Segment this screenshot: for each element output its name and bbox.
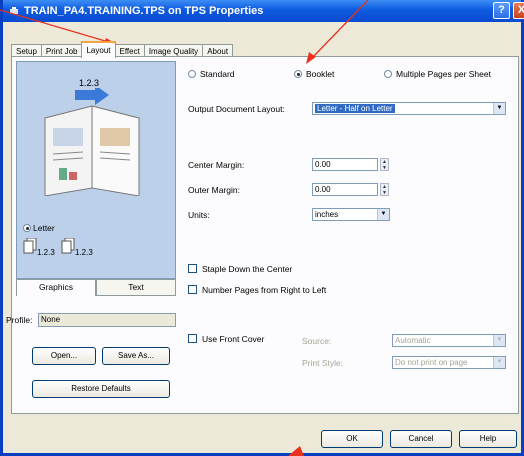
profile-field: None bbox=[38, 313, 176, 327]
spin-down-icon[interactable]: ▼ bbox=[381, 190, 388, 196]
profile-label: Profile: bbox=[6, 315, 33, 325]
booklet-illustration-icon bbox=[44, 88, 140, 196]
output-layout-label: Output Document Layout: bbox=[188, 104, 285, 114]
outer-margin-spinner[interactable]: ▲ ▼ bbox=[380, 183, 389, 196]
help-button[interactable]: Help bbox=[459, 430, 517, 448]
front-cover-label[interactable]: Use Front Cover bbox=[202, 334, 264, 344]
preview-pages-label: 1.2.3 bbox=[79, 78, 100, 88]
staple-checkbox[interactable] bbox=[188, 264, 197, 273]
number-pages-checkbox[interactable] bbox=[188, 285, 197, 294]
units-select[interactable]: inches ▼ bbox=[312, 208, 390, 221]
source-label: Source: bbox=[302, 336, 332, 346]
preview-paper-label: Letter bbox=[33, 223, 55, 233]
source-value: Automatic bbox=[395, 336, 431, 345]
subtab-text[interactable]: Text bbox=[96, 279, 176, 296]
cancel-button[interactable]: Cancel bbox=[390, 430, 452, 448]
chevron-down-icon: ▼ bbox=[493, 357, 505, 368]
multi-pages-label[interactable]: Multiple Pages per Sheet bbox=[396, 69, 491, 79]
tab-layout[interactable]: Layout bbox=[81, 41, 116, 58]
title-bar[interactable]: TRAIN_PA4.TRAINING.TPS on TPS Properties bbox=[3, 0, 521, 22]
properties-dialog: TRAIN_PA4.TRAINING.TPS on TPS Properties… bbox=[0, 0, 524, 456]
output-layout-value: Letter - Half on Letter bbox=[315, 104, 395, 113]
subtab-graphics[interactable]: Graphics bbox=[16, 279, 96, 296]
units-value: inches bbox=[315, 210, 339, 219]
booklet-radio[interactable] bbox=[294, 70, 302, 78]
restore-defaults-button[interactable]: Restore Defaults bbox=[32, 380, 170, 398]
units-label: Units: bbox=[188, 210, 210, 220]
staple-label[interactable]: Staple Down the Center bbox=[202, 264, 292, 274]
outer-margin-label: Outer Margin: bbox=[188, 185, 240, 195]
output-layout-select[interactable]: Letter - Half on Letter ▼ bbox=[312, 102, 506, 115]
print-style-label: Print Style: bbox=[302, 358, 344, 368]
help-title-button[interactable]: ? bbox=[493, 2, 510, 19]
save-as-button[interactable]: Save As... bbox=[102, 347, 170, 365]
printer-icon bbox=[9, 6, 19, 16]
spin-down-icon[interactable]: ▼ bbox=[381, 165, 388, 171]
ok-button[interactable]: OK bbox=[321, 430, 383, 448]
center-margin-input[interactable]: 0.00 bbox=[312, 158, 378, 171]
standard-label[interactable]: Standard bbox=[200, 69, 235, 79]
source-select: Automatic ▼ bbox=[392, 334, 506, 347]
layout-preview: 1.2.3 Letter 1.2.3 1.2.3 bbox=[16, 61, 176, 279]
print-style-select: Do not print on page ▼ bbox=[392, 356, 506, 369]
open-button[interactable]: Open... bbox=[32, 347, 96, 365]
close-button[interactable]: X bbox=[513, 2, 524, 19]
preview-copy-1: 1.2.3 bbox=[37, 248, 55, 257]
chevron-down-icon: ▼ bbox=[377, 209, 389, 220]
copy-icon-1 bbox=[23, 238, 37, 254]
outer-margin-input[interactable]: 0.00 bbox=[312, 183, 378, 196]
multi-pages-radio[interactable] bbox=[384, 70, 392, 78]
front-cover-checkbox[interactable] bbox=[188, 334, 197, 343]
center-margin-label: Center Margin: bbox=[188, 160, 245, 170]
preview-copy-2: 1.2.3 bbox=[75, 248, 93, 257]
chevron-down-icon: ▼ bbox=[493, 335, 505, 346]
number-pages-label[interactable]: Number Pages from Right to Left bbox=[202, 285, 326, 295]
paper-radio[interactable] bbox=[23, 224, 31, 232]
booklet-label[interactable]: Booklet bbox=[306, 69, 334, 79]
window-title: TRAIN_PA4.TRAINING.TPS on TPS Properties bbox=[24, 5, 264, 17]
standard-radio[interactable] bbox=[188, 70, 196, 78]
layout-panel: 1.2.3 Letter 1.2.3 1.2.3 Graphics Text P… bbox=[6, 56, 519, 414]
print-style-value: Do not print on page bbox=[395, 358, 468, 367]
copy-icon-2 bbox=[61, 238, 75, 254]
chevron-down-icon: ▼ bbox=[493, 103, 505, 114]
center-margin-spinner[interactable]: ▲ ▼ bbox=[380, 158, 389, 171]
